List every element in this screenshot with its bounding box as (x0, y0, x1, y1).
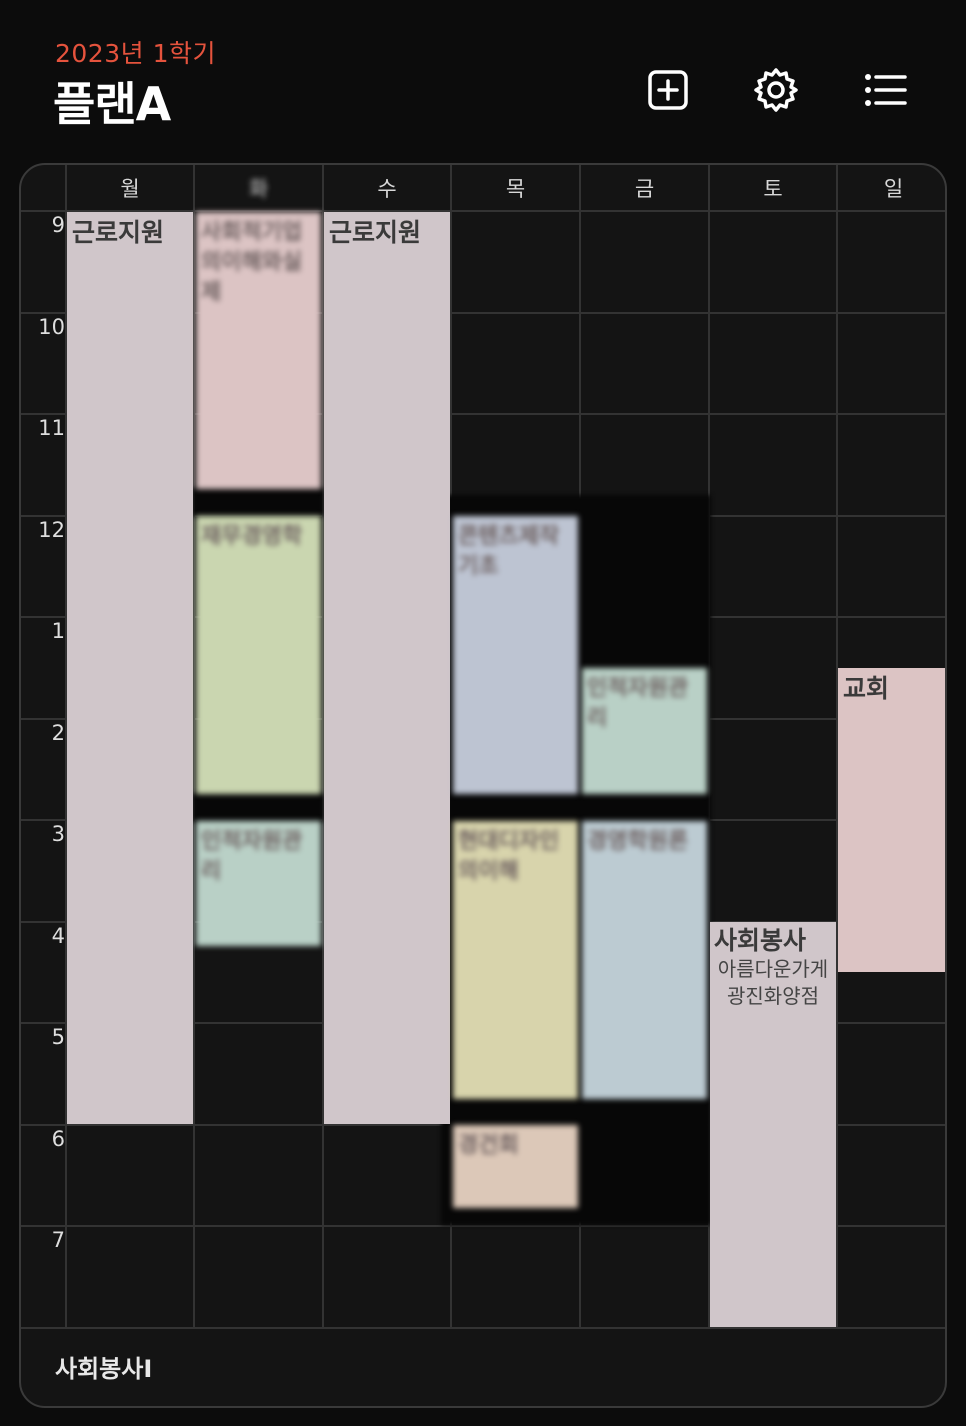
course-location-line2: 광진화양점 (727, 984, 819, 1008)
course-title: 사회적기업의이해와실제 (201, 220, 303, 305)
day-header-sat: 토 (763, 177, 783, 201)
hour-label: 7 (51, 1228, 65, 1252)
grid-line (193, 165, 195, 1327)
day-header-thu: 목 (505, 177, 526, 201)
plan-title[interactable]: 플랜A (53, 68, 171, 134)
course-title: 콘텐츠제작기초 (458, 524, 560, 579)
course-block-thu-1[interactable]: 콘텐츠제작기초 (453, 516, 578, 794)
day-header-sun: 일 (883, 177, 904, 201)
grid-line (21, 1327, 945, 1329)
course-title: 경영학원론 (587, 829, 689, 854)
hour-label: 3 (51, 822, 65, 846)
course-block-fri-1[interactable]: 인적자원관리 (582, 668, 707, 794)
hour-label: 9 (51, 213, 65, 237)
blur-backdrop (193, 793, 323, 823)
course-title: 인적자원관리 (587, 676, 689, 731)
course-block-sat-volunteer[interactable]: 사회봉사 아름다운가게 광진화양점 (710, 922, 836, 1327)
semester-label[interactable]: 2023년 1학기 (55, 34, 216, 70)
hour-label: 5 (51, 1025, 65, 1049)
course-title: 경건회 (458, 1133, 519, 1158)
course-title: 교회 (843, 674, 890, 703)
course-title: 근로지원 (72, 218, 165, 247)
list-icon (865, 74, 907, 106)
timetable[interactable]: 월 화 수 목 금 토 일 9 10 11 12 1 2 3 4 5 6 7 근… (19, 163, 947, 1408)
menu-list-button[interactable] (856, 62, 912, 118)
add-course-button[interactable] (640, 62, 696, 118)
course-block-wed-work[interactable]: 근로지원 (324, 212, 450, 1124)
course-block-thu-2[interactable]: 현대디자인의이해 (453, 821, 578, 1099)
hour-label: 10 (38, 315, 65, 339)
header: 2023년 1학기 플랜A (0, 0, 966, 160)
hour-label: 1 (51, 619, 65, 643)
course-block-tue-1[interactable]: 사회적기업의이해와실제 (196, 212, 321, 489)
course-block-tue-3[interactable]: 인적자원관리 (196, 821, 321, 946)
settings-button[interactable] (748, 62, 804, 118)
plus-square-icon (648, 70, 688, 110)
day-header-fri: 금 (634, 177, 655, 201)
hour-label: 2 (51, 721, 65, 745)
unscheduled-course-label[interactable]: 사회봉사I (55, 1349, 152, 1384)
course-block-thu-3[interactable]: 경건회 (453, 1125, 578, 1208)
course-title: 재무경영학 (201, 524, 303, 549)
day-header-mon: 월 (120, 177, 140, 201)
hour-label: 6 (51, 1127, 65, 1151)
course-title: 근로지원 (329, 218, 422, 247)
course-block-mon-work[interactable]: 근로지원 (67, 212, 193, 1124)
course-location-line1: 아름다운가게 (717, 957, 829, 981)
gear-icon (754, 68, 798, 112)
course-title: 사회봉사 (714, 926, 807, 955)
course-title: 인적자원관리 (201, 829, 303, 884)
course-block-sun-church[interactable]: 교회 (838, 668, 945, 972)
hour-label: 4 (51, 924, 65, 948)
hour-label: 11 (38, 416, 65, 440)
hour-label: 12 (38, 518, 65, 542)
day-header-wed: 수 (377, 177, 397, 201)
course-block-tue-2[interactable]: 재무경영학 (196, 516, 321, 794)
day-header-tue: 화 (248, 177, 269, 201)
blur-backdrop (193, 487, 323, 517)
course-block-fri-2[interactable]: 경영학원론 (582, 821, 707, 1099)
course-title: 현대디자인의이해 (458, 829, 560, 884)
